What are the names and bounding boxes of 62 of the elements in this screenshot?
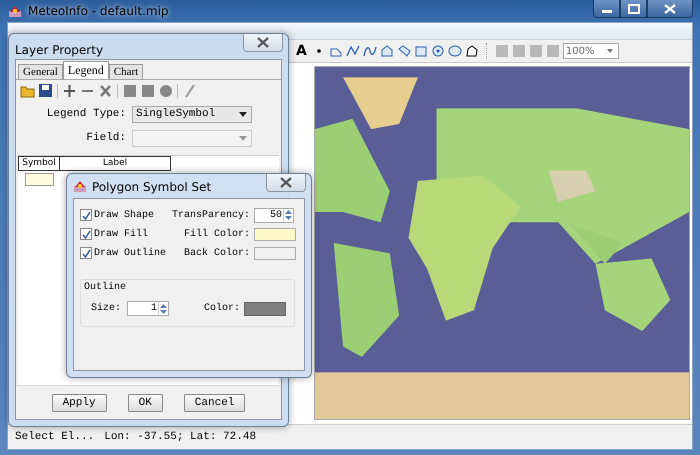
tab[interactable]: General [18,64,63,79]
setting-label: Back Color: [182,248,251,258]
minimize-button[interactable] [593,0,620,18]
field-label: Size: [91,303,122,314]
tab[interactable]: Chart [108,64,144,79]
checkbox-label: Draw Fill [94,228,150,240]
dialog-title: Layer Property [15,42,104,56]
checkbox[interactable] [80,228,92,240]
app-logo-icon [8,4,22,18]
number-spinner[interactable]: 1 [127,301,170,316]
setting-label: TransParency: [170,210,251,220]
ellipse-icon[interactable] [448,44,462,58]
close-button[interactable] [266,174,306,192]
coordinates-readout: Lon: -37.55; Lat: 72.48 [104,431,256,443]
maximize-icon [628,4,640,14]
polygon-outline-icon[interactable] [464,44,479,58]
close-button[interactable] [243,34,283,52]
circle-icon[interactable] [430,44,445,58]
app-logo-icon [73,180,87,192]
dialog-button[interactable]: Cancel [184,394,246,412]
world-map-drawing[interactable] [314,66,690,420]
checkbox-label: Draw Shape [94,210,156,220]
field-dropdown[interactable] [132,130,252,146]
polygon-icon[interactable] [380,44,394,58]
checkbox[interactable] [80,247,92,259]
dialog-button[interactable]: Apply [52,394,107,412]
zigzag-line-icon[interactable] [346,44,360,58]
square-icon[interactable] [140,83,155,98]
symbol-swatch[interactable] [25,173,54,186]
field-label: Color: [204,303,240,314]
color-swatch[interactable] [244,302,286,316]
rectangle-icon[interactable] [414,44,428,58]
field-label: Legend Type: [46,108,127,120]
close-icon [279,177,293,188]
curve-icon[interactable] [362,44,377,58]
status-message: Select El... [15,431,94,443]
close-icon [664,4,676,14]
window-title: MeteoInfo - default.mip [28,4,170,18]
square-icon[interactable] [122,83,137,98]
dialog-button[interactable]: OK [128,394,163,412]
cross-icon[interactable] [98,83,113,98]
tab[interactable]: Legend [62,61,109,79]
column-header[interactable]: Symbol [18,156,60,171]
text-tool[interactable]: A [296,43,307,59]
dialog-title: Polygon Symbol Set [92,180,212,194]
save-icon[interactable] [38,83,53,98]
zoom-dropdown[interactable]: 100% [562,43,619,59]
color-swatch[interactable] [254,246,296,260]
column-header[interactable]: Label [60,156,171,171]
plus-icon[interactable] [62,83,77,98]
setting-label: Fill Color: [182,228,251,240]
number-spinner[interactable]: 50 [254,208,294,222]
group-title: Outline [84,282,128,293]
field-label: Field: [85,132,127,144]
maximize-button[interactable] [620,0,647,18]
checkbox[interactable] [80,209,92,221]
circle-icon[interactable] [158,83,173,98]
checkbox-label: Draw Outline [94,248,168,258]
close-button[interactable] [647,0,693,18]
close-icon [256,37,270,48]
color-swatch[interactable] [254,228,296,240]
legend-type-dropdown[interactable]: SingleSymbol [132,106,252,122]
